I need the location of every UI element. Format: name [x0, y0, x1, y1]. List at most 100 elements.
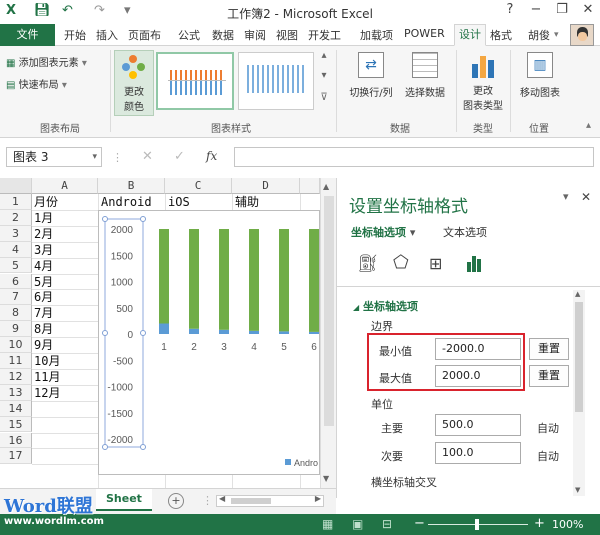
- avatar[interactable]: [570, 24, 594, 46]
- restore-button[interactable]: ❐: [552, 2, 572, 17]
- tab-file[interactable]: 文件: [0, 24, 55, 46]
- cancel-icon[interactable]: ✕: [142, 149, 153, 164]
- name-box[interactable]: 图表 3 ▾: [6, 147, 102, 167]
- max-bound-field[interactable]: 2000.0: [435, 365, 521, 387]
- row-header[interactable]: 8: [0, 305, 32, 322]
- chart-style-1-thumbnail[interactable]: [156, 52, 234, 110]
- hscroll-thumb[interactable]: [231, 498, 271, 504]
- insert-function-icon[interactable]: fx: [206, 149, 217, 163]
- bar-segment[interactable]: [189, 229, 199, 329]
- cell-d1[interactable]: 辅助: [235, 195, 259, 210]
- selection-handle[interactable]: [140, 330, 146, 336]
- name-box-dropdown-icon[interactable]: ▾: [92, 148, 97, 166]
- close-button[interactable]: ✕: [578, 2, 598, 17]
- bar-segment[interactable]: [219, 229, 229, 330]
- page-break-view-icon[interactable]: ⊟: [382, 517, 392, 531]
- min-bound-field[interactable]: -2000.0: [435, 338, 521, 360]
- tab-page-layout[interactable]: 页面布: [128, 27, 161, 43]
- scroll-right-icon[interactable]: ▶: [315, 494, 321, 503]
- switch-row-column-button[interactable]: ⇄ 切换行/列: [342, 52, 400, 99]
- styles-scroll-down-icon[interactable]: ▾: [318, 70, 330, 81]
- tab-formulas[interactable]: 公式: [178, 27, 200, 43]
- month-cell[interactable]: 5月: [34, 275, 53, 290]
- major-auto-label[interactable]: 自动: [537, 420, 559, 436]
- quick-layout-button[interactable]: ▤ 快速布局 ▾: [6, 76, 67, 91]
- month-cell[interactable]: 11月: [34, 370, 60, 385]
- pane-scroll-down-icon[interactable]: ▼: [575, 486, 580, 494]
- row-header[interactable]: 16: [0, 432, 32, 449]
- change-chart-type-button[interactable]: 更改 图表类型: [460, 52, 506, 112]
- cell-b1[interactable]: Android: [101, 195, 152, 210]
- sheet-tab[interactable]: Sheet: [96, 489, 152, 511]
- bar-segment[interactable]: [189, 328, 199, 334]
- pane-close-icon[interactable]: ✕: [581, 190, 591, 204]
- minimize-button[interactable]: −: [526, 2, 546, 17]
- row-header[interactable]: 1: [0, 194, 32, 210]
- styles-scroll-up-icon[interactable]: ▴: [318, 50, 330, 61]
- selection-handle[interactable]: [140, 444, 146, 450]
- vertical-scrollbar[interactable]: ▲ ▼: [320, 178, 336, 488]
- row-header[interactable]: 4: [0, 241, 32, 258]
- row-header[interactable]: 17: [0, 448, 32, 465]
- column-header-e[interactable]: [300, 178, 320, 194]
- month-cell[interactable]: 12月: [34, 386, 60, 401]
- scroll-down-icon[interactable]: ▼: [323, 474, 329, 483]
- tab-data[interactable]: 数据: [212, 27, 234, 43]
- bar-segment[interactable]: [279, 229, 289, 332]
- tab-format[interactable]: 格式: [490, 27, 512, 43]
- horizontal-scrollbar[interactable]: ◀ ▶: [216, 494, 324, 507]
- row-header[interactable]: 9: [0, 321, 32, 338]
- row-header[interactable]: 3: [0, 225, 32, 242]
- bar-segment[interactable]: [249, 330, 259, 334]
- row-header[interactable]: 10: [0, 337, 32, 353]
- bar-segment[interactable]: [219, 329, 229, 334]
- move-chart-button[interactable]: ▥ 移动图表: [514, 52, 566, 99]
- zoom-level[interactable]: 100%: [552, 518, 583, 531]
- row-header[interactable]: 12: [0, 368, 32, 385]
- reset-max-button[interactable]: 重置: [529, 365, 569, 387]
- scrollbar-thumb[interactable]: [324, 196, 334, 426]
- row-header[interactable]: 6: [0, 273, 32, 290]
- month-cell[interactable]: 9月: [34, 338, 53, 353]
- normal-view-icon[interactable]: ▦: [322, 517, 333, 531]
- tab-developer[interactable]: 开发工: [308, 27, 341, 43]
- zoom-slider-thumb[interactable]: [475, 519, 479, 530]
- tab-axis-options[interactable]: 坐标轴选项 ▾: [351, 224, 415, 240]
- column-header-d[interactable]: D: [232, 178, 300, 194]
- selection-handle[interactable]: [102, 216, 108, 222]
- month-cell[interactable]: 6月: [34, 290, 53, 305]
- bar-segment[interactable]: [309, 331, 319, 334]
- size-properties-icon[interactable]: ⊞: [429, 254, 442, 273]
- pane-scrollbar[interactable]: ▲ ▼: [573, 290, 585, 496]
- minor-auto-label[interactable]: 自动: [537, 448, 559, 464]
- row-header[interactable]: 15: [0, 416, 32, 433]
- formula-input[interactable]: [234, 147, 594, 167]
- column-chart[interactable]: 2000 1500 1000 500 0 -500 -1000 -1500 -2000 1 2 3 4 5…: [99, 211, 321, 476]
- pane-scroll-up-icon[interactable]: ▲: [575, 290, 580, 298]
- chart-style-2-thumbnail[interactable]: [238, 52, 314, 110]
- reset-min-button[interactable]: 重置: [529, 338, 569, 360]
- tab-review[interactable]: 审阅: [244, 27, 266, 43]
- user-dropdown-icon[interactable]: ▾: [554, 30, 559, 40]
- tab-text-options[interactable]: 文本选项: [443, 224, 487, 240]
- month-cell[interactable]: 4月: [34, 259, 53, 274]
- tab-home[interactable]: 开始: [64, 27, 86, 43]
- fill-line-icon[interactable]: ⛽︎: [357, 254, 379, 274]
- tab-design[interactable]: 设计: [454, 24, 486, 46]
- cell-a1[interactable]: 月份: [34, 195, 58, 210]
- month-cell[interactable]: 1月: [34, 211, 53, 226]
- row-header[interactable]: 2: [0, 209, 32, 226]
- effects-icon[interactable]: ⬠: [393, 252, 409, 273]
- month-cell[interactable]: 10月: [34, 354, 60, 369]
- column-header-b[interactable]: B: [98, 178, 165, 194]
- bar-segment[interactable]: [309, 229, 319, 332]
- pane-scrollbar-thumb[interactable]: [575, 302, 583, 412]
- chart-area[interactable]: 2000 1500 1000 500 0 -500 -1000 -1500 -2000 1 2 3 4 5…: [98, 210, 320, 475]
- column-header-c[interactable]: C: [165, 178, 232, 194]
- cell-c1[interactable]: iOS: [168, 195, 190, 210]
- add-sheet-button[interactable]: +: [168, 493, 184, 509]
- bar-segment[interactable]: [159, 323, 169, 335]
- add-chart-element-button[interactable]: ▦ 添加图表元素 ▾: [6, 54, 87, 69]
- help-button[interactable]: ?: [500, 2, 520, 17]
- minor-unit-field[interactable]: 100.0: [435, 442, 521, 464]
